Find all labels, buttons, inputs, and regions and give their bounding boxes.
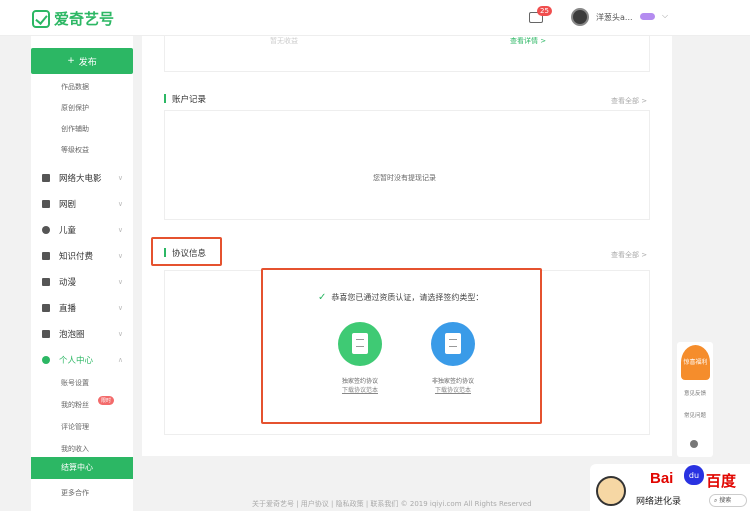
sidebar-item-settlement[interactable]: 结算中心 <box>31 457 133 479</box>
account-see-all-link[interactable]: 查看全部 > <box>611 96 647 106</box>
chevron-down-icon: ∨ <box>117 330 123 338</box>
chevron-down-icon[interactable]: ⌵ <box>662 11 668 21</box>
watermark-subtitle: 网络进化录 <box>636 497 682 507</box>
check-icon: ✓ <box>318 292 327 303</box>
new-tag: 限时 <box>98 396 115 405</box>
sidebar: + 发布 作品数据 原创保护 创作辅助 等级权益 网络大电影 ∨ 网剧 ∨ 儿童 ∨ … <box>31 36 133 511</box>
sidebar-item-drama[interactable]: 网剧 ∨ <box>31 194 133 214</box>
sidebar-item-knowledge[interactable]: 知识付费 ∨ <box>31 246 133 266</box>
logo-check-icon <box>32 9 50 28</box>
sidebar-subitem[interactable]: 原创保护 <box>61 103 89 113</box>
sidebar-subitem[interactable]: 更多合作 <box>61 488 89 498</box>
exclusive-contract-label: 独家签约协议 <box>341 378 378 385</box>
film-icon <box>42 174 50 182</box>
account-records-title: 账户记录 <box>164 93 206 105</box>
username[interactable]: 洋葱头a... <box>596 12 633 23</box>
sidebar-subitem[interactable]: 创作辅助 <box>61 124 89 134</box>
chevron-down-icon: ∨ <box>117 200 123 208</box>
chevron-down-icon: ∨ <box>117 278 123 286</box>
agreement-see-all-link[interactable]: 查看全部 > <box>611 250 647 260</box>
search-input[interactable]: ⌕ 搜索 <box>709 494 747 507</box>
search-icon: ⌕ <box>714 497 718 504</box>
document-icon <box>352 333 368 354</box>
nonexclusive-contract-button[interactable] <box>431 322 475 366</box>
sidebar-item-movie[interactable]: 网络大电影 ∨ <box>31 168 133 188</box>
sidebar-item-kids[interactable]: 儿童 ∨ <box>31 220 133 240</box>
cat-icon <box>42 278 50 286</box>
top-bar: 爱奇艺号 <box>0 0 750 36</box>
avatar[interactable] <box>571 8 589 26</box>
sidebar-item-anime[interactable]: 动漫 ∨ <box>31 272 133 292</box>
certification-prompt: ✓ 恭喜您已通过资质认证，请选择签约类型： <box>318 292 484 303</box>
mascot-icon <box>596 476 626 506</box>
earnings-detail-link[interactable]: 查看详情 > <box>510 36 546 46</box>
watermark-du: 百度 <box>706 473 737 490</box>
sidebar-subitem[interactable]: 作品数据 <box>61 82 89 92</box>
sidebar-subitem[interactable]: 评论管理 <box>61 422 89 432</box>
tv-icon <box>42 200 50 208</box>
nonexclusive-download-link[interactable]: 下载协议范本 <box>418 385 488 394</box>
chevron-down-icon: ∨ <box>117 304 123 312</box>
sidebar-subitem[interactable]: 我的粉丝 <box>61 400 89 410</box>
logo[interactable]: 爱奇艺号 <box>32 8 114 29</box>
person-icon <box>42 356 50 364</box>
gift-icon[interactable]: 惊喜福利 <box>681 345 710 380</box>
publish-label: 发布 <box>78 57 97 68</box>
kids-icon <box>42 226 50 234</box>
chevron-down-icon: ∨ <box>117 174 123 182</box>
faq-link[interactable]: 常见问题 <box>680 412 710 420</box>
bubble-icon <box>42 330 50 338</box>
feedback-link[interactable]: 意见反馈 <box>680 390 710 398</box>
footer-links: 关于爱奇艺号 | 用户协议 | 隐私政策 | 联系我们 © 2019 iqiyi… <box>252 500 532 508</box>
sidebar-subitem[interactable]: 账号设置 <box>61 378 89 388</box>
earnings-card: 暂无收益 查看详情 > <box>164 36 650 72</box>
agreement-title-highlight <box>151 237 222 266</box>
sidebar-subitem[interactable]: 等级权益 <box>61 145 89 155</box>
document-icon <box>445 333 461 354</box>
chevron-up-icon: ∧ <box>117 356 123 364</box>
empty-records-text: 您暂时没有提现记录 <box>373 174 436 182</box>
publish-button[interactable]: + 发布 <box>31 48 133 74</box>
nonexclusive-contract-label: 非独家签约协议 <box>431 378 474 385</box>
chevron-down-icon: ∨ <box>117 226 123 234</box>
cap-icon <box>42 252 50 260</box>
sidebar-item-bubble[interactable]: 泡泡圈 ∨ <box>31 324 133 344</box>
sidebar-item-live[interactable]: 直播 ∨ <box>31 298 133 318</box>
account-records-card <box>164 110 650 220</box>
exclusive-download-link[interactable]: 下载协议范本 <box>325 385 395 394</box>
earnings-empty: 暂无收益 <box>270 37 298 45</box>
paw-icon: du <box>684 465 704 485</box>
logo-text: 爱奇艺号 <box>54 10 115 28</box>
watermark-bai: Bai <box>650 470 674 487</box>
live-icon <box>42 304 50 312</box>
mail-badge: 25 <box>537 6 552 16</box>
sidebar-item-profile[interactable]: 个人中心 ∧ <box>31 350 133 370</box>
plus-icon: + <box>67 56 75 66</box>
sidebar-subitem[interactable]: 我的收入 <box>61 444 89 454</box>
back-to-top-icon[interactable] <box>690 440 698 448</box>
vip-badge <box>640 13 655 20</box>
chevron-down-icon: ∨ <box>117 252 123 260</box>
exclusive-contract-button[interactable] <box>338 322 382 366</box>
